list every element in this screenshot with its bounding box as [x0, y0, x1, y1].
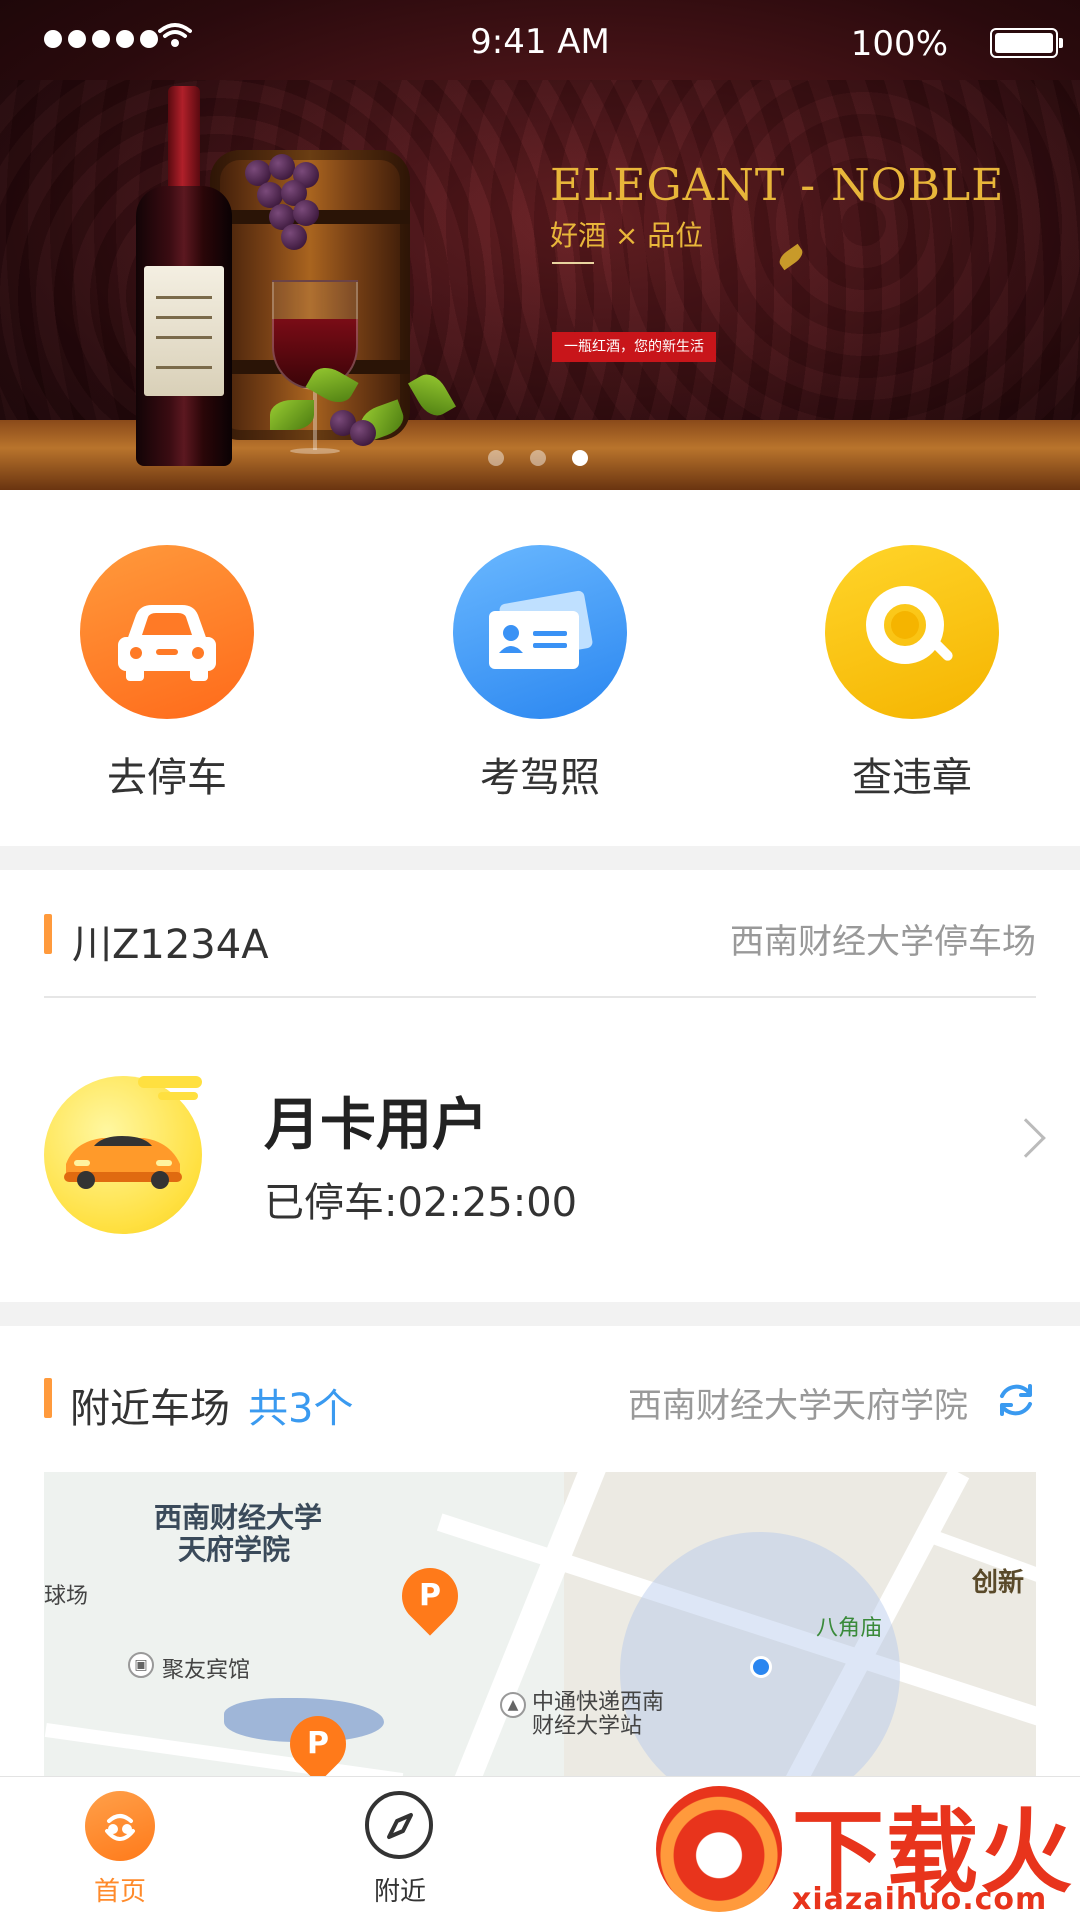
parking-lot-name: 西南财经大学停车场 [730, 922, 1036, 962]
home-icon [85, 1791, 155, 1861]
nearby-count[interactable]: 共3个 [248, 1376, 353, 1434]
compass-icon [365, 1791, 435, 1861]
go-parking-label: 去停车 [107, 755, 227, 801]
chevron-right-icon[interactable] [1006, 1118, 1046, 1158]
battery-percent: 100% [850, 24, 948, 64]
watermark: 下载火 xiazaihuo.com [642, 1778, 1080, 1920]
map-label-express: 财经大学站 [532, 1714, 643, 1739]
membership-type: 月卡用户 [264, 1093, 488, 1158]
speed-line-decoration [138, 1076, 202, 1088]
license-card-icon [453, 545, 627, 719]
wine-bottle-image [136, 86, 232, 466]
driving-license-button[interactable]: 考驾照 [420, 545, 660, 803]
section-accent-bar [44, 1378, 52, 1418]
driving-license-label: 考驾照 [480, 755, 600, 801]
speed-line-decoration [158, 1092, 198, 1100]
map-label-temple: 八角庙 [816, 1616, 883, 1641]
school-poi-icon: ▲ [500, 1692, 526, 1718]
tab-nearby-label: 附近 [373, 1877, 426, 1907]
check-violations-button[interactable]: 查违章 [792, 545, 1032, 803]
banner-tag: 一瓶红酒，您的新生活 [552, 332, 716, 362]
parking-status-card[interactable]: 川Z1234A 西南财经大学停车场 月卡用户 已停车:02:25:00 [0, 870, 1080, 1302]
parking-card-header: 川Z1234A 西南财经大学停车场 [0, 870, 1080, 997]
parking-pin-icon[interactable]: P [278, 1704, 358, 1776]
location-accuracy-circle [620, 1532, 900, 1776]
parked-duration: 已停车:02:25:00 [264, 1180, 578, 1226]
carousel-dot[interactable] [530, 450, 546, 466]
nearby-map[interactable]: 西南财经大学 天府学院 球场 ▣ 聚友宾馆 ▲ 中通快递西南 财经大学站 八角庙… [44, 1472, 1036, 1776]
tab-home[interactable]: 首页 [40, 1791, 200, 1908]
watermark-logo-icon [656, 1786, 782, 1912]
battery-icon [990, 28, 1063, 58]
license-plate: 川Z1234A [72, 922, 269, 968]
parking-pin-icon[interactable]: P [390, 1556, 470, 1636]
tab-nearby[interactable]: 附近 [320, 1791, 480, 1908]
nearby-parking-section: 附近车场 共3个 西南财经大学天府学院 西南财经大学 天府学院 球场 ▣ 聚友宾… [0, 1326, 1080, 1776]
carousel-dot[interactable] [488, 450, 504, 466]
map-label-campus: 天府学院 [178, 1533, 291, 1566]
divider [44, 996, 1036, 998]
vine-leaves-image [270, 360, 490, 450]
magnifier-icon [825, 545, 999, 719]
map-label-field: 球场 [44, 1584, 89, 1609]
watermark-url: xiazaihuo.com [792, 1882, 1048, 1917]
carousel-indicator[interactable] [488, 450, 588, 466]
refresh-icon[interactable] [994, 1378, 1038, 1422]
grapes-image [235, 150, 345, 260]
carousel-dot-active[interactable] [572, 450, 588, 466]
banner-divider [552, 262, 594, 264]
banner-subtitle: 好酒 × 品位 [550, 219, 704, 252]
tab-home-label: 首页 [93, 1877, 146, 1907]
map-label-hotel: 聚友宾馆 [162, 1658, 251, 1683]
status-bar: 9:41 AM 100% [0, 0, 1080, 80]
map-label-district: 创新 [972, 1568, 1025, 1598]
current-location-marker [750, 1656, 772, 1678]
nearby-title: 附近车场 [70, 1386, 230, 1432]
hotel-poi-icon: ▣ [128, 1652, 154, 1678]
banner-title: ELEGANT - NOBLE [550, 160, 1005, 211]
check-violations-label: 查违章 [852, 755, 972, 801]
current-location: 西南财经大学天府学院 [628, 1386, 968, 1426]
section-accent-bar [44, 914, 52, 954]
map-label-campus: 西南财经大学 [154, 1501, 323, 1534]
go-parking-button[interactable]: 去停车 [47, 545, 287, 803]
car-icon [80, 545, 254, 719]
quick-actions: 去停车 考驾照 查违章 [0, 490, 1080, 846]
